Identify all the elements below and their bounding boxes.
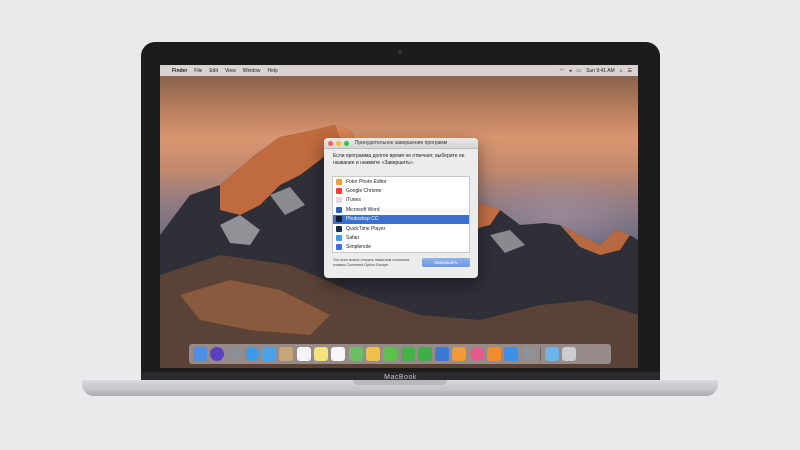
itunes-icon[interactable] xyxy=(469,347,484,361)
menu-edit[interactable]: Edit xyxy=(209,68,218,74)
notification-center-icon[interactable]: ☰ xyxy=(628,68,632,74)
wifi-icon[interactable]: ◠ xyxy=(559,68,563,74)
app-list-row[interactable]: QuickTime Player xyxy=(333,224,469,233)
siri-icon[interactable] xyxy=(210,347,225,361)
app-name: Google Chrome xyxy=(346,188,382,195)
force-quit-button[interactable]: Завершить xyxy=(422,258,470,267)
facetime-icon[interactable] xyxy=(400,347,415,361)
menu-window[interactable]: Window xyxy=(243,68,261,74)
word-icon xyxy=(336,206,342,213)
app-name: Photoshop CC xyxy=(346,216,379,223)
chrome-icon xyxy=(336,188,342,195)
stage: Finder File Edit View Window Help ◠ ◂ ▭ … xyxy=(0,0,800,450)
photoshop-icon xyxy=(336,216,342,223)
trash-icon[interactable] xyxy=(562,347,577,361)
quicktime-icon xyxy=(336,225,342,232)
status-area: ◠ ◂ ▭ Sun 9:41 AM ⌕ ☰ xyxy=(554,68,638,74)
menu-help[interactable]: Help xyxy=(268,68,278,74)
dialog-title: Принудительное завершение программ xyxy=(354,140,448,146)
menu-bar: Finder File Edit View Window Help ◠ ◂ ▭ … xyxy=(160,65,638,76)
calendar-icon[interactable] xyxy=(296,347,311,361)
app-list-row[interactable]: Safari xyxy=(333,233,469,242)
close-icon[interactable] xyxy=(328,141,333,146)
keynote-icon[interactable] xyxy=(435,347,450,361)
app-list-row[interactable]: Fotor Photo Editor xyxy=(333,177,469,186)
photos-icon[interactable] xyxy=(365,347,380,361)
menu-view[interactable]: View xyxy=(225,68,236,74)
app-list-row[interactable]: Photoshop CC xyxy=(333,214,469,224)
launchpad-icon[interactable] xyxy=(227,347,242,361)
menu-file[interactable]: File xyxy=(194,68,202,74)
safari-icon xyxy=(336,235,342,242)
messages-icon[interactable] xyxy=(383,347,398,361)
app-name: QuickTime Player xyxy=(346,225,386,232)
app-name: Safari xyxy=(346,235,360,242)
finder-icon[interactable] xyxy=(193,347,207,361)
app-list-row[interactable]: Simplenote xyxy=(333,243,469,252)
camera xyxy=(398,50,402,54)
minimize-icon[interactable] xyxy=(336,141,341,146)
force-quit-dialog: Принудительное завершение программ Если … xyxy=(324,138,478,278)
shortcut-hint: Это окно можно открыть нажатием сочетани… xyxy=(333,258,410,267)
app-list-row[interactable]: Google Chrome xyxy=(333,186,469,195)
maps-icon[interactable] xyxy=(348,347,363,361)
laptop-notch xyxy=(353,380,447,385)
simplenote-icon xyxy=(336,244,342,251)
system-preferences-icon[interactable] xyxy=(521,347,536,361)
app-list[interactable]: Fotor Photo Editor Google Chrome iTunes Mic… xyxy=(332,176,470,253)
app-list-row[interactable]: iTunes xyxy=(333,196,469,205)
numbers-icon[interactable] xyxy=(417,347,432,361)
itunes-icon xyxy=(336,197,342,204)
volume-icon[interactable]: ◂ xyxy=(569,68,572,74)
app-name: iTunes xyxy=(346,197,361,204)
fotor-icon xyxy=(336,178,342,185)
battery-icon[interactable]: ▭ xyxy=(576,68,581,74)
zoom-icon[interactable] xyxy=(344,141,349,146)
reminders-icon[interactable] xyxy=(331,347,346,361)
app-list-row[interactable]: Microsoft Word xyxy=(333,205,469,214)
spotlight-icon[interactable]: ⌕ xyxy=(620,68,623,74)
app-name: Fotor Photo Editor xyxy=(346,178,387,185)
downloads-folder-icon[interactable] xyxy=(544,347,559,361)
app-name: Microsoft Word xyxy=(346,206,380,213)
app-store-icon[interactable] xyxy=(504,347,519,361)
menu-app-name[interactable]: Finder xyxy=(172,68,187,74)
safari-icon[interactable] xyxy=(244,347,259,361)
menu-clock[interactable]: Sun 9:41 AM xyxy=(586,68,615,74)
contacts-icon[interactable] xyxy=(279,347,294,361)
pages-icon[interactable] xyxy=(452,347,467,361)
notes-icon[interactable] xyxy=(314,347,329,361)
dock xyxy=(189,344,611,364)
dialog-titlebar: Принудительное завершение программ xyxy=(324,138,478,149)
dialog-instruction: Если программа долгое время не отвечает,… xyxy=(333,153,465,166)
dock-separator xyxy=(539,347,541,361)
app-name: Simplenote xyxy=(346,244,372,251)
mail-icon[interactable] xyxy=(262,347,277,361)
ibooks-icon[interactable] xyxy=(487,347,502,361)
desktop-screen: Finder File Edit View Window Help ◠ ◂ ▭ … xyxy=(160,65,638,368)
